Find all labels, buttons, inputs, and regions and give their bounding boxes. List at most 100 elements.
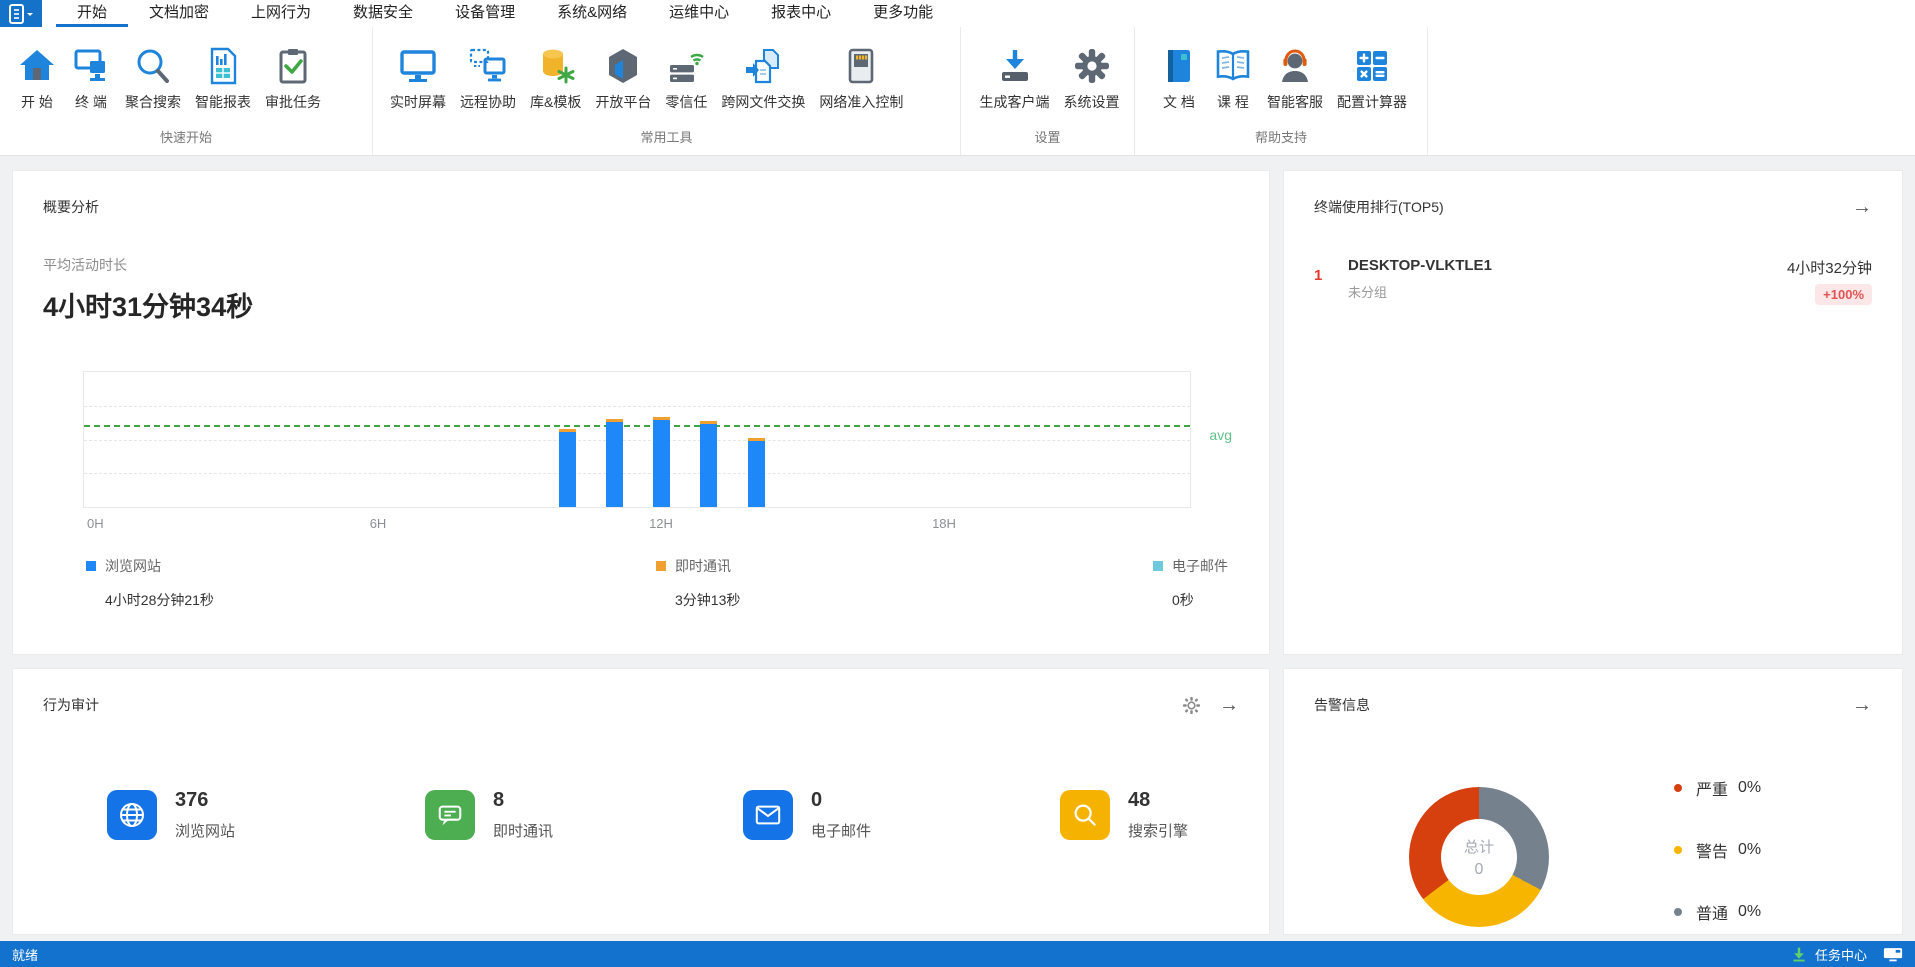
legend-swatch	[1153, 561, 1163, 571]
legend-item-browse: 浏览网站 4小时28分钟21秒	[86, 556, 214, 610]
tab-system-network[interactable]: 系统&网络	[536, 0, 648, 27]
tab-report-center[interactable]: 报表中心	[750, 0, 852, 27]
legend-value: 0%	[1738, 841, 1761, 859]
tab-more-features[interactable]: 更多功能	[852, 0, 954, 27]
ribbon-item-label: 智能客服	[1267, 92, 1323, 112]
alarm-legend-item-normal: 普通 0%	[1674, 901, 1761, 923]
ribbon-item-cross-network-file-exchange[interactable]: 跨网文件交换	[714, 41, 812, 114]
download-icon	[1791, 946, 1807, 962]
network-access-control-icon	[841, 43, 881, 89]
ribbon-item-label: 网络准入控制	[819, 92, 903, 112]
arrow-right-icon[interactable]: →	[1852, 695, 1872, 715]
panel-title: 行为审计	[43, 695, 99, 715]
chart-bar	[653, 417, 670, 507]
x-tick: 0H	[87, 516, 104, 531]
avg-activity-label: 平均活动时长	[43, 255, 1239, 275]
document-icon	[1159, 43, 1199, 89]
app-window: 开始 文档加密 上网行为 数据安全 设备管理 系统&网络 运维中心 报表中心 更…	[0, 0, 1915, 967]
ribbon-item-system-settings[interactable]: 系统设置	[1057, 41, 1127, 114]
ribbon-item-course[interactable]: 课 程	[1206, 41, 1260, 114]
monitor-icon[interactable]	[1883, 947, 1903, 962]
legend-value: 3分钟13秒	[675, 590, 740, 610]
task-center-button[interactable]: 任务中心	[1791, 945, 1903, 964]
ribbon-item-zero-trust[interactable]: 零信任	[658, 41, 714, 114]
ribbon-item-open-platform[interactable]: 开放平台	[588, 41, 658, 114]
tab-data-security[interactable]: 数据安全	[332, 0, 434, 27]
tab-ops-center[interactable]: 运维中心	[648, 0, 750, 27]
app-menu-button[interactable]	[0, 0, 42, 27]
ribbon-group-label: 设置	[961, 125, 1134, 155]
stat-card-browse[interactable]: 376 浏览网站	[107, 789, 235, 841]
gear-icon[interactable]	[1182, 696, 1201, 715]
ribbon-item-smart-report[interactable]: 智能报表	[188, 41, 258, 114]
legend-value: 0%	[1738, 779, 1761, 797]
ribbon-item-label: 开 始	[21, 92, 53, 112]
ribbon-item-label: 库&模板	[530, 92, 581, 112]
ribbon-item-label: 系统设置	[1064, 92, 1120, 112]
stat-card-email[interactable]: 0 电子邮件	[743, 789, 871, 841]
legend-label: 浏览网站	[105, 556, 161, 576]
ribbon-item-generate-client[interactable]: 生成客户端	[973, 41, 1057, 114]
x-axis: 0H 6H 12H 18H	[83, 516, 1191, 536]
panel-title: 告警信息	[1314, 695, 1370, 715]
ribbon-item-live-screen[interactable]: 实时屏幕	[383, 41, 453, 114]
legend-dot	[1674, 846, 1682, 854]
ribbon-item-label: 终 端	[75, 92, 107, 112]
legend-value: 4小时28分钟21秒	[105, 590, 214, 610]
ribbon-group-label: 帮助支持	[1135, 125, 1427, 155]
stat-value: 8	[493, 789, 553, 812]
ribbon-group-quick-start: 开 始 终 端 聚合搜索	[0, 27, 373, 155]
alarm-legend-item-warning: 警告 0%	[1674, 839, 1761, 861]
chart-bar	[559, 429, 576, 507]
ribbon-item-smart-service[interactable]: 智能客服	[1260, 41, 1330, 114]
chat-icon	[425, 790, 475, 840]
tab-web-behavior[interactable]: 上网行为	[230, 0, 332, 27]
legend-label: 电子邮件	[1172, 556, 1228, 576]
ranking-list-item[interactable]: 1 DESKTOP-VLKTLE1 未分组 4小时32分钟 +100%	[1314, 257, 1872, 305]
tab-doc-encryption[interactable]: 文档加密	[128, 0, 230, 27]
chart-legend: 浏览网站 4小时28分钟21秒 即时通讯 3分钟13秒 电子邮件 0秒	[55, 556, 1253, 626]
alarm-info-panel: 告警信息 → 总计 0 严重 0% 警告 0%	[1283, 668, 1903, 935]
ribbon-item-document[interactable]: 文 档	[1152, 41, 1206, 114]
terminal-ranking-panel: 终端使用排行(TOP5) → 1 DESKTOP-VLKTLE1 未分组 4小时…	[1283, 170, 1903, 655]
chart-bar	[748, 438, 765, 507]
tab-device-management[interactable]: 设备管理	[434, 0, 536, 27]
ribbon-item-label: 跨网文件交换	[721, 92, 805, 112]
ribbon-item-label: 智能报表	[195, 92, 251, 112]
ribbon-item-config-calculator[interactable]: 配置计算器	[1330, 41, 1414, 114]
stat-card-im[interactable]: 8 即时通讯	[425, 789, 553, 841]
ribbon-item-home[interactable]: 开 始	[10, 41, 64, 114]
ribbon-item-library-template[interactable]: 库&模板	[523, 41, 588, 114]
arrow-right-icon[interactable]: →	[1219, 695, 1239, 715]
legend-dot	[1674, 908, 1682, 916]
legend-value: 0%	[1738, 903, 1761, 921]
legend-dot	[1674, 784, 1682, 792]
alarm-donut-chart: 总计 0	[1409, 787, 1549, 927]
stat-card-search-engine[interactable]: 48 搜索引擎	[1060, 789, 1188, 841]
live-screen-icon	[398, 43, 438, 89]
ribbon-item-approval-task[interactable]: 审批任务	[258, 41, 328, 114]
mail-icon	[743, 790, 793, 840]
ribbon-group-common-tools: 实时屏幕 远程协助 库&模板	[373, 27, 961, 155]
stat-label: 搜索引擎	[1128, 820, 1188, 841]
activity-bar-chart: avg 0H 6H 12H 18H	[83, 371, 1191, 536]
open-platform-icon	[603, 43, 643, 89]
legend-label: 严重	[1696, 776, 1728, 800]
ribbon-item-terminal[interactable]: 终 端	[64, 41, 118, 114]
stat-label: 浏览网站	[175, 820, 235, 841]
terminal-group: 未分组	[1348, 282, 1787, 301]
summary-analysis-panel: 概要分析 平均活动时长 4小时31分钟34秒 avg 0H 6H	[12, 170, 1270, 655]
cross-network-file-exchange-icon	[743, 43, 783, 89]
tab-start[interactable]: 开始	[56, 0, 128, 27]
ribbon-item-aggregate-search[interactable]: 聚合搜索	[118, 41, 188, 114]
arrow-right-icon[interactable]: →	[1852, 197, 1872, 217]
ribbon-group-label: 快速开始	[0, 125, 372, 155]
panel-title: 概要分析	[43, 197, 99, 217]
avg-activity-value: 4小时31分钟34秒	[43, 285, 1239, 324]
legend-value: 0秒	[1172, 590, 1228, 610]
menu-tab-bar: 开始 文档加密 上网行为 数据安全 设备管理 系统&网络 运维中心 报表中心 更…	[0, 0, 1915, 27]
ribbon-item-network-access-control[interactable]: 网络准入控制	[812, 41, 910, 114]
audit-stat-cards: 376 浏览网站 8 即时通讯	[13, 789, 1269, 849]
stat-label: 即时通讯	[493, 820, 553, 841]
ribbon-item-remote-assist[interactable]: 远程协助	[453, 41, 523, 114]
